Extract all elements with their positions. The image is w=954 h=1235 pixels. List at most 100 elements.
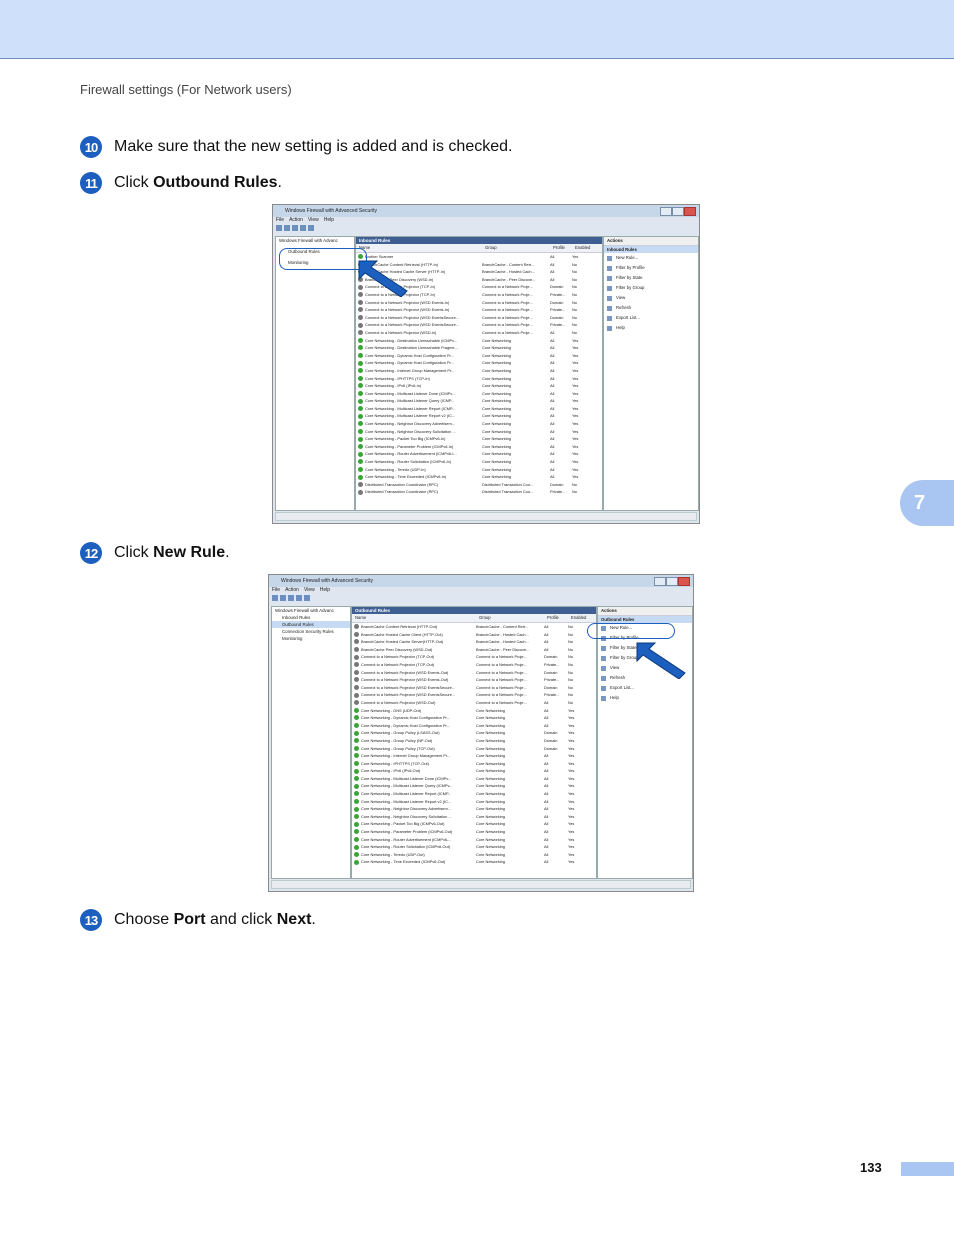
table-row[interactable]: Connect to a Network Projector (WSD-In) C… [356,329,602,337]
maximize-icon[interactable] [672,207,684,216]
action-filter-by-state[interactable]: Filter by State [604,273,698,283]
table-row[interactable]: Core Networking - Parameter Problem (ICM… [356,443,602,451]
table-row[interactable]: Core Networking - Multicast Listener Rep… [356,405,602,413]
minimize-icon[interactable] [654,577,666,586]
menu-help[interactable]: Help [324,217,334,223]
table-row[interactable]: Core Networking - Destination Unreachabl… [356,337,602,345]
table-row[interactable]: Core Networking - Router Solicitation (I… [352,843,596,851]
table-row[interactable]: Core Networking - Multicast Listener Que… [352,782,596,790]
action-export-list[interactable]: Export List... [604,313,698,323]
menu-action[interactable]: Action [285,587,299,593]
maximize-icon[interactable] [666,577,678,586]
table-row[interactable]: Core Networking - Multicast Listener Rep… [352,790,596,798]
table-row[interactable]: Connect to a Network Projector (WSD Even… [352,691,596,699]
table-row[interactable]: Core Networking - Teredo (UDP-In) Core Ne… [356,466,602,474]
table-row[interactable]: Core Networking - IPHTTPS (TCP-Out) Core … [352,760,596,768]
table-row[interactable]: Core Networking - Multicast Listener Don… [356,390,602,398]
table-row[interactable]: Core Networking - Router Solicitation (I… [356,458,602,466]
table-row[interactable]: Core Networking - Neighbor Discovery Adv… [356,420,602,428]
close-icon[interactable] [684,207,696,216]
table-row[interactable]: Core Networking - Internet Group Managem… [352,752,596,760]
table-row[interactable]: Core Networking - Dynamic Host Configura… [352,714,596,722]
action-export-list[interactable]: Export List... [598,683,692,693]
menu-file[interactable]: File [272,587,280,593]
table-row[interactable]: Core Networking - Multicast Listener Rep… [356,412,602,420]
action-filter-by-profile[interactable]: Filter by Profile [604,263,698,273]
col-enabled[interactable]: Enabled [575,244,597,252]
table-row[interactable]: Connect to a Network Projector (WSD Even… [352,676,596,684]
table-row[interactable]: Connect to a Network Projector (WSD Even… [356,314,602,322]
tree-item-inbound-rules[interactable]: Inbound Rules [272,614,350,621]
menu-action[interactable]: Action [289,217,303,223]
table-row[interactable]: Core Networking - Multicast Listener Rep… [352,798,596,806]
help-icon[interactable] [304,595,310,601]
col-name[interactable]: Name [352,614,479,622]
minimize-icon[interactable] [660,207,672,216]
action-help[interactable]: Help [598,693,692,703]
table-row[interactable]: Core Networking - DNS (UDP-Out) Core Netw… [352,707,596,715]
table-row[interactable]: Core Networking - Parameter Problem (ICM… [352,828,596,836]
col-group[interactable]: Group [485,244,553,252]
col-profile[interactable]: Profile [547,614,571,622]
table-row[interactable]: Core Networking - Group Policy (NP-Out) C… [352,737,596,745]
forward-icon[interactable] [284,225,290,231]
forward-icon[interactable] [280,595,286,601]
table-row[interactable]: Core Networking - Dynamic Host Configura… [352,722,596,730]
table-row[interactable]: Connect to a Network Projector (WSD Even… [356,321,602,329]
table-row[interactable]: BranchCache Hosted Cache Server(HTTP-Out… [352,638,596,646]
table-row[interactable]: Core Networking - Router Advertisement (… [356,450,602,458]
col-enabled[interactable]: Enabled [571,614,593,622]
action-filter-by-group[interactable]: Filter by Group [604,283,698,293]
horizontal-scrollbar[interactable] [275,512,697,521]
menu-file[interactable]: File [276,217,284,223]
back-icon[interactable] [272,595,278,601]
table-row[interactable]: Core Networking - Neighbor Discovery Adv… [352,805,596,813]
table-row[interactable]: Core Networking - Multicast Listener Que… [356,397,602,405]
up-icon[interactable] [288,595,294,601]
menu-help[interactable]: Help [320,587,330,593]
menu-view[interactable]: View [308,217,319,223]
table-row[interactable]: Connect to a Network Projector (WSD-Out)… [352,699,596,707]
table-row[interactable]: Connect to a Network Projector (TCP-Out)… [352,661,596,669]
back-icon[interactable] [276,225,282,231]
table-row[interactable]: Core Networking - Router Advertisement (… [352,836,596,844]
table-row[interactable]: BranchCache Peer Discovery (WSD-Out) Bran… [352,646,596,654]
table-row[interactable]: Core Networking - IPv6 (IPv6-Out) Core Ne… [352,767,596,775]
show-hide-icon[interactable] [296,595,302,601]
table-row[interactable]: Core Networking - Teredo (UDP-Out) Core N… [352,851,596,859]
table-row[interactable]: Connect to a Network Projector (WSD Even… [352,669,596,677]
table-row[interactable]: Core Networking - Destination Unreachabl… [356,344,602,352]
table-row[interactable]: Core Networking - Group Policy (LSASS-Ou… [352,729,596,737]
table-row[interactable]: Connect to a Network Projector (WSD Even… [352,684,596,692]
up-icon[interactable] [292,225,298,231]
table-row[interactable]: Distributed Transaction Coordinator (RPC… [356,481,602,489]
help-icon[interactable] [308,225,314,231]
close-icon[interactable] [678,577,690,586]
action-refresh[interactable]: Refresh [604,303,698,313]
table-row[interactable]: Connect to a Network Projector (WSD Even… [356,299,602,307]
action-new-rule[interactable]: New Rule... [604,253,698,263]
table-row[interactable]: Core Networking - Multicast Listener Don… [352,775,596,783]
table-row[interactable]: Core Networking - Time Exceeded (ICMPv6-… [352,858,596,866]
table-row[interactable]: Core Networking - Time Exceeded (ICMPv6-… [356,473,602,481]
action-help[interactable]: Help [604,323,698,333]
show-hide-icon[interactable] [300,225,306,231]
tree-item-monitoring[interactable]: Monitoring [272,635,350,642]
action-view[interactable]: View [604,293,698,303]
menu-view[interactable]: View [304,587,315,593]
table-row[interactable]: Core Networking - Dynamic Host Configura… [356,352,602,360]
table-row[interactable]: Core Networking - Neighbor Discovery Sol… [356,428,602,436]
table-row[interactable]: Connect to a Network Projector (TCP-Out)… [352,653,596,661]
table-row[interactable]: BranchCache Content Retrieval (HTTP-Out)… [352,623,596,631]
table-row[interactable]: Core Networking - IPHTTPS (TCP-In) Core N… [356,375,602,383]
tree-item-connection-security-rules[interactable]: Connection Security Rules [272,628,350,635]
tree-root[interactable]: Windows Firewall with Advanc [272,607,350,614]
table-row[interactable]: Core Networking - Group Policy (TCP-Out)… [352,745,596,753]
table-row[interactable]: Core Networking - Internet Group Managem… [356,367,602,375]
col-name[interactable]: Name [356,244,485,252]
col-profile[interactable]: Profile [553,244,575,252]
table-row[interactable]: Core Networking - Dynamic Host Configura… [356,359,602,367]
tree-item-outbound-rules[interactable]: Outbound Rules [272,621,350,628]
table-row[interactable]: Distributed Transaction Coordinator (RPC… [356,488,602,496]
table-row[interactable]: Core Networking - Packet Too Big (ICMPv6… [352,820,596,828]
